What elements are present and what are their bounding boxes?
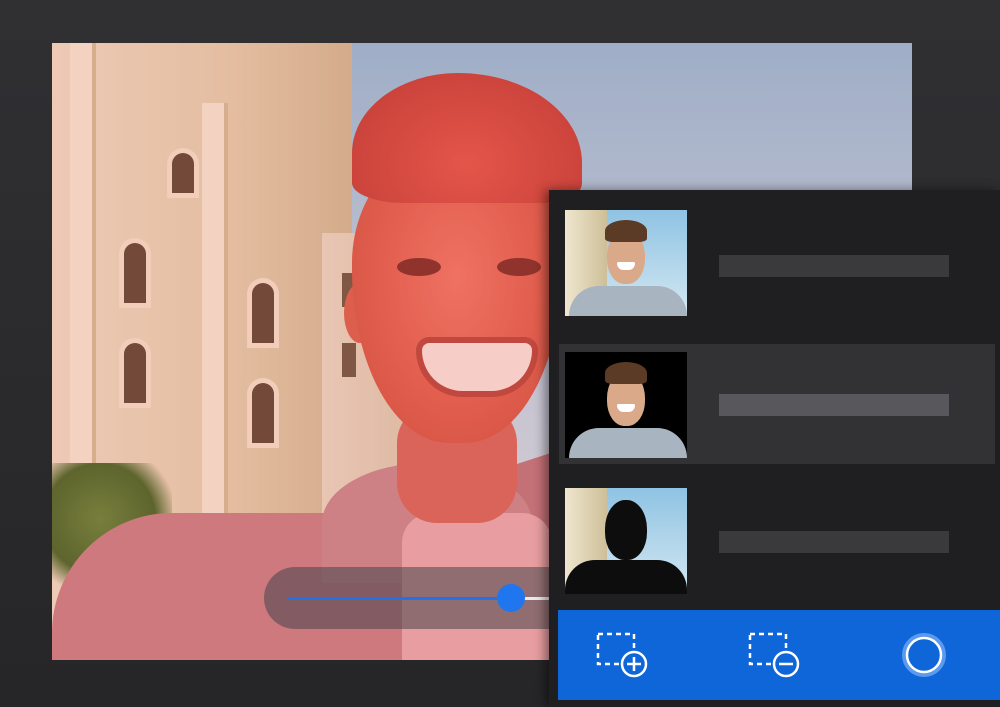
brush-tool-button[interactable] [896,630,952,680]
layer-label-placeholder [719,531,949,553]
slider-fill [288,597,512,600]
add-selection-icon [596,632,648,678]
layer-thumbnail-background [565,488,687,594]
layer-label-placeholder [719,394,949,416]
subtract-selection-button[interactable] [746,630,802,680]
brush-size-slider[interactable] [264,567,594,629]
slider-track[interactable] [288,584,578,612]
add-selection-button[interactable] [594,630,650,680]
selection-toolbar [558,610,1000,700]
layer-thumbnail-original [565,210,687,316]
layer-thumbnail-subject [565,352,687,458]
layer-item-background[interactable] [549,470,1000,610]
layer-label-placeholder [719,255,949,277]
layer-item-original[interactable] [549,190,1000,330]
slider-thumb[interactable] [497,584,526,612]
subtract-selection-icon [748,632,800,678]
layer-item-subject[interactable] [559,344,995,464]
layers-panel [549,190,1000,707]
brush-circle-icon [902,633,946,677]
